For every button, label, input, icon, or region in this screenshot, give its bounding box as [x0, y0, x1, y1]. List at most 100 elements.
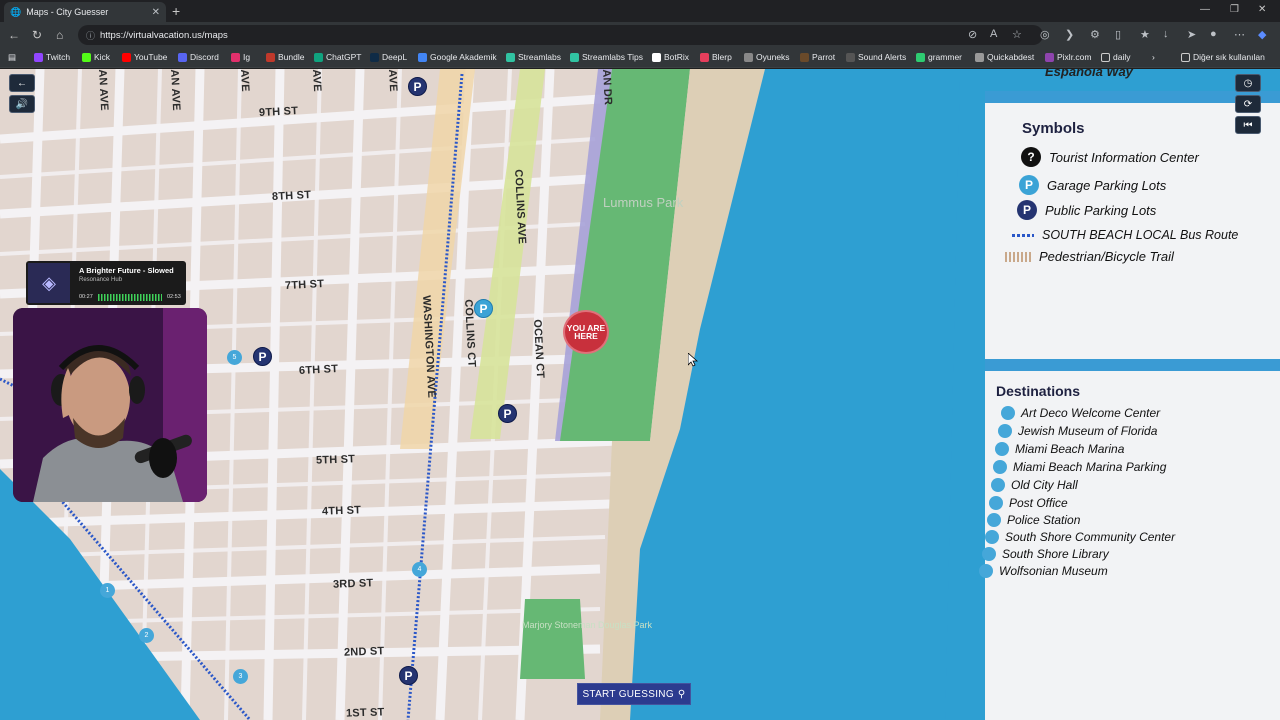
- menu-icon[interactable]: ⋯: [1234, 28, 1245, 41]
- back-icon[interactable]: ←: [8, 28, 20, 42]
- bookmark-blerp[interactable]: Blerp: [700, 52, 732, 62]
- legend-garage-parking: P Garage Parking Lots: [1019, 175, 1166, 195]
- url-field[interactable]: ⓘ https://virtualvacation.us/maps: [78, 25, 1043, 45]
- street-3rd: 3RD ST: [332, 577, 374, 591]
- destination-item: Miami Beach Marina: [995, 442, 1124, 456]
- browser-tab[interactable]: 🌐 Maps - City Guesser ✕: [4, 2, 166, 22]
- street-1st: 1ST ST: [345, 706, 385, 720]
- bookmark-kick[interactable]: Kick: [82, 52, 110, 62]
- you-are-here-marker: YOU ARE HERE: [563, 310, 609, 354]
- arrow-left-icon: ←: [17, 77, 27, 89]
- msd-park-label: Marjory Stoneman Douglas Park: [522, 620, 653, 630]
- waveform: [98, 294, 162, 301]
- profile-icon[interactable]: ●: [1210, 28, 1217, 40]
- extension-icon[interactable]: ◎: [1040, 28, 1050, 41]
- street-ocean-dr: AN DR: [600, 69, 614, 106]
- garage-parking-marker: P: [474, 299, 493, 318]
- destination-marker: 5: [227, 350, 242, 365]
- destination-item: Police Station: [987, 513, 1080, 527]
- legend-tourist-info: ? Tourist Information Center: [1021, 147, 1199, 167]
- map-legend: Española Way Symbols ? Tourist Informati…: [979, 69, 1280, 720]
- reload-icon[interactable]: ↻: [32, 28, 42, 42]
- favorite-icon[interactable]: ☆: [1012, 28, 1022, 41]
- destination-item: Wolfsonian Museum: [979, 564, 1108, 578]
- bookmark-youtube[interactable]: YouTube: [122, 52, 167, 62]
- street-6th: 6TH ST: [298, 362, 339, 378]
- streamer-image: [13, 308, 207, 502]
- home-icon[interactable]: ⌂: [56, 28, 63, 42]
- street-v-5: AVE: [386, 69, 400, 93]
- destination-marker: 4: [412, 562, 427, 577]
- street-8th: 8TH ST: [271, 188, 312, 204]
- timer-button[interactable]: ◷: [1235, 74, 1261, 92]
- elapsed-time: 00:27: [79, 294, 93, 300]
- bookmarks-app-icon[interactable]: ▤: [8, 52, 16, 63]
- garage-parking-icon: P: [1019, 175, 1039, 195]
- close-window-icon[interactable]: ✕: [1258, 4, 1266, 15]
- close-tab-icon[interactable]: ✕: [152, 7, 160, 18]
- destination-marker: 1: [100, 583, 115, 598]
- extensions-icon[interactable]: ⚙: [1090, 28, 1100, 41]
- skip-back-icon: ⏮: [1243, 119, 1253, 131]
- split-screen-icon[interactable]: ▯: [1115, 28, 1121, 41]
- skip-back-button[interactable]: ⏮: [1235, 116, 1261, 134]
- address-bar-row: ← ↻ ⌂ ⓘ https://virtualvacation.us/maps …: [0, 22, 1280, 48]
- destination-marker: 2: [139, 628, 154, 643]
- street-v-3: AVE: [238, 69, 252, 93]
- new-tab-icon[interactable]: +: [172, 3, 180, 19]
- bus-route-icon: [1012, 233, 1034, 237]
- tab-bar: 🌐 Maps - City Guesser ✕ + — ❐ ✕: [0, 0, 1280, 22]
- map-pin-icon: ⚲: [677, 688, 686, 700]
- bookmark-parrot[interactable]: Parrot: [800, 52, 835, 62]
- url-text: https://virtualvacation.us/maps: [100, 29, 228, 41]
- bookmark-daily[interactable]: daily: [1101, 52, 1130, 62]
- downloads-icon[interactable]: ↓: [1163, 28, 1169, 40]
- bookmark-ig[interactable]: Ig: [231, 52, 250, 62]
- tab-title: Maps - City Guesser: [26, 7, 109, 17]
- street-4th: 4TH ST: [321, 504, 362, 518]
- bookmark-oyuneks[interactable]: Oyuneks: [744, 52, 790, 62]
- bookmark-twitch[interactable]: Twitch: [34, 52, 70, 62]
- legend-divider: [985, 359, 1280, 371]
- album-art: ◈: [28, 263, 70, 303]
- bookmark-deepl[interactable]: DeepL: [370, 52, 407, 62]
- street-v-2: AN AVE: [168, 69, 183, 112]
- site-info-icon[interactable]: ⓘ: [86, 29, 95, 42]
- street-2nd: 2ND ST: [343, 645, 385, 659]
- song-title: A Brighter Future - Slowed: [79, 266, 174, 275]
- bookmark-streamlabs[interactable]: Streamlabs: [506, 52, 561, 62]
- bookmark-pixlr[interactable]: Pixlr.com: [1045, 52, 1091, 62]
- start-guessing-button[interactable]: START GUESSING ⚲: [577, 683, 691, 705]
- bookmark-grammer[interactable]: grammer: [916, 52, 962, 62]
- song-artist: Resonance Hub: [79, 277, 123, 283]
- question-icon: ?: [1021, 147, 1041, 167]
- copilot-icon[interactable]: ◆: [1258, 28, 1266, 41]
- favorites-icon[interactable]: ★: [1140, 28, 1150, 41]
- other-bookmarks[interactable]: Diğer sık kullanılan: [1181, 52, 1265, 62]
- sound-button[interactable]: 🔊: [9, 95, 35, 113]
- bookmark-streamlabs-tips[interactable]: Streamlabs Tips: [570, 52, 643, 62]
- back-button[interactable]: ←: [9, 74, 35, 92]
- maximize-icon[interactable]: ❐: [1230, 4, 1239, 15]
- bookmark-botrix[interactable]: BotRix: [652, 52, 689, 62]
- bookmark-bundle[interactable]: Bundle: [266, 52, 304, 62]
- bookmark-sound-alerts[interactable]: Sound Alerts: [846, 52, 906, 62]
- tracking-icon[interactable]: ⊘: [968, 28, 977, 41]
- more-bookmarks-icon[interactable]: ›: [1152, 52, 1155, 62]
- bookmark-quickabdest[interactable]: Quickabdest: [975, 52, 1034, 62]
- read-aloud-icon[interactable]: A: [990, 28, 997, 40]
- bookmark-google-akademik[interactable]: Google Akademik: [418, 52, 497, 62]
- destinations-title: Destinations: [996, 383, 1081, 399]
- bookmark-chatgpt[interactable]: ChatGPT: [314, 52, 361, 62]
- extension-2-icon[interactable]: ❯: [1065, 28, 1074, 41]
- destination-item: Miami Beach Marina Parking: [993, 460, 1166, 474]
- speaker-icon: 🔊: [15, 98, 29, 110]
- trail-icon: [1005, 251, 1031, 262]
- street-v-4: AVE: [310, 69, 324, 93]
- refresh-button[interactable]: ⟳: [1235, 95, 1261, 113]
- share-icon[interactable]: ➤: [1187, 28, 1196, 41]
- clock-icon: ◷: [1243, 77, 1253, 89]
- bookmark-discord[interactable]: Discord: [178, 52, 219, 62]
- minimize-icon[interactable]: —: [1200, 4, 1210, 15]
- street-7th: 7TH ST: [284, 277, 325, 293]
